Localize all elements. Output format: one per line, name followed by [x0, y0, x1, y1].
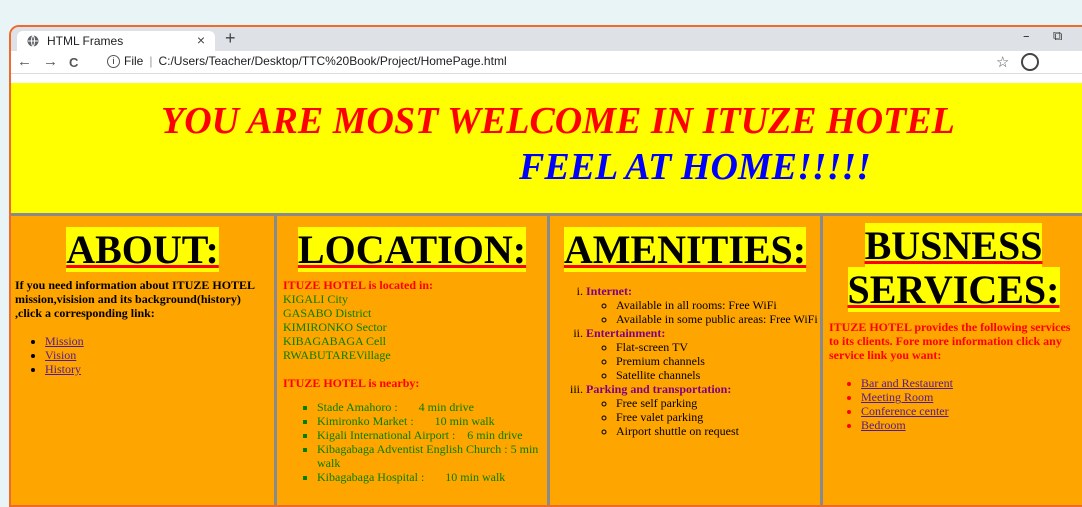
close-tab-icon[interactable]: × [197, 32, 205, 48]
feel-at-home-line: FEEL AT HOME!!!!! [519, 146, 871, 188]
browser-window: HTML Frames × + – ⧉ ← → C i File | C:/Users… [9, 25, 1082, 507]
conference-center-link[interactable]: Conference center [861, 404, 949, 418]
page-content: YOU ARE MOST WELCOME IN ITUZE HOTEL FEEL… [11, 83, 1082, 505]
info-icon[interactable]: i [107, 55, 120, 69]
list-item: Kibagabaga Hospital : 10 min walk [317, 470, 547, 484]
list-item: Kigali International Airport : 6 min dri… [317, 428, 547, 442]
list-item: Bar and Restaurent [861, 376, 1082, 390]
minimize-icon[interactable]: – [1023, 29, 1030, 44]
globe-icon [27, 35, 39, 47]
forward-icon[interactable]: → [43, 53, 58, 70]
address-line: KIMIRONKO Sector [283, 320, 387, 334]
list-item: Conference center [861, 404, 1082, 418]
list-item: Available in some public areas: Free WiF… [616, 312, 820, 326]
business-heading-line2: SERVICES: [847, 267, 1060, 312]
list-item: Vision [45, 348, 274, 362]
amenities-list: Internet: Available in all rooms: Free W… [550, 284, 820, 438]
amenity-group-title: Entertainment: [586, 326, 666, 340]
bookmark-star-icon[interactable]: ☆ [996, 53, 1009, 71]
list-item: Entertainment: Flat-screen TV Premium ch… [586, 326, 820, 382]
list-item: Meeting Room [861, 390, 1082, 404]
mission-link[interactable]: Mission [45, 334, 84, 348]
address-line: RWABUTAREVillage [283, 348, 391, 362]
about-panel: ABOUT: If you need information about ITU… [11, 216, 277, 505]
history-link[interactable]: History [45, 362, 81, 376]
business-links: Bar and Restaurent Meeting Room Conferen… [823, 376, 1082, 432]
welcome-banner: YOU ARE MOST WELCOME IN ITUZE HOTEL FEEL… [11, 83, 1082, 216]
tab-title: HTML Frames [47, 34, 124, 48]
list-item: Mission [45, 334, 274, 348]
vision-link[interactable]: Vision [45, 348, 76, 362]
list-item: Internet: Available in all rooms: Free W… [586, 284, 820, 326]
account-icon[interactable] [1021, 53, 1039, 71]
list-item: History [45, 362, 274, 376]
located-title: ITUZE HOTEL is located in: [283, 278, 434, 292]
amenities-heading: AMENITIES: [563, 227, 807, 272]
info-columns: ABOUT: If you need information about ITU… [11, 216, 1082, 505]
list-item: Flat-screen TV [616, 340, 820, 354]
location-panel: LOCATION: ITUZE HOTEL is located in: KIG… [277, 216, 550, 505]
list-item: Free self parking [616, 396, 820, 410]
browser-tab[interactable]: HTML Frames × [17, 31, 215, 51]
list-item: Kimironko Market : 10 min walk [317, 414, 547, 428]
list-item: Satellite channels [616, 368, 820, 382]
url-scheme: File [124, 54, 144, 68]
reload-icon[interactable]: C [69, 55, 78, 70]
business-heading-line1: BUSNESS [864, 223, 1043, 268]
amenities-panel: AMENITIES: Internet: Available in all ro… [550, 216, 823, 505]
business-intro: ITUZE HOTEL provides the following servi… [829, 320, 1071, 362]
address-line: GASABO District [283, 306, 372, 320]
amenity-group-title: Parking and transportation: [586, 382, 732, 396]
nearby-title: ITUZE HOTEL is nearby: [283, 376, 420, 390]
list-item: Free valet parking [616, 410, 820, 424]
about-intro: If you need information about ITUZE HOTE… [15, 278, 255, 320]
new-tab-icon[interactable]: + [225, 28, 236, 49]
url-field[interactable]: i File | C:/Users/Teacher/Desktop/TTC%20Boo… [107, 54, 507, 69]
bar-restaurant-link[interactable]: Bar and Restaurent [861, 376, 953, 390]
back-icon[interactable]: ← [17, 53, 32, 70]
welcome-line: YOU ARE MOST WELCOME IN ITUZE HOTEL [161, 100, 955, 142]
amenity-group-title: Internet: [586, 284, 632, 298]
address-line: KIGALI City [283, 292, 348, 306]
address-bar: ← → C i File | C:/Users/Teacher/Desktop/TTC… [11, 51, 1082, 74]
about-links: Mission Vision History [11, 334, 274, 376]
tab-strip: HTML Frames × + – ⧉ [11, 27, 1082, 51]
list-item: Available in all rooms: Free WiFi [616, 298, 820, 312]
nearby-list: Stade Amahoro : 4 min drive Kimironko Ma… [277, 400, 547, 484]
list-item: Airport shuttle on request [616, 424, 820, 438]
list-item: Premium channels [616, 354, 820, 368]
location-heading: LOCATION: [297, 227, 527, 272]
list-item: Stade Amahoro : 4 min drive [317, 400, 547, 414]
address-line: KIBAGABAGA Cell [283, 334, 387, 348]
list-item: Kibagabaga Adventist English Church : 5 … [317, 442, 547, 470]
url-text: C:/Users/Teacher/Desktop/TTC%20Book/Proj… [158, 54, 507, 68]
business-panel: BUSNESS SERVICES: ITUZE HOTEL provides th… [823, 216, 1082, 505]
about-heading: ABOUT: [66, 227, 219, 272]
list-item: Bedroom [861, 418, 1082, 432]
restore-icon[interactable]: ⧉ [1053, 29, 1062, 44]
meeting-room-link[interactable]: Meeting Room [861, 390, 933, 404]
list-item: Parking and transportation: Free self pa… [586, 382, 820, 438]
bedroom-link[interactable]: Bedroom [861, 418, 906, 432]
